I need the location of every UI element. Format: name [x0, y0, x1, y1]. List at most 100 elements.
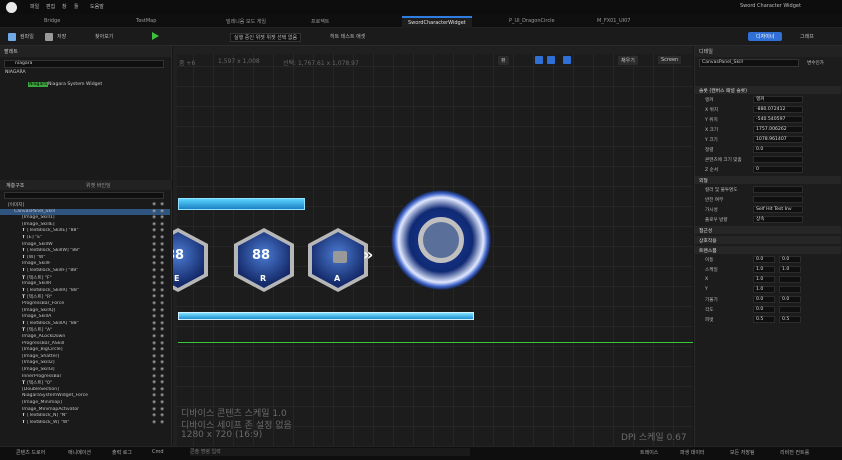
tree-row[interactable]: Image_SkillR ◉ ◉	[0, 281, 170, 288]
property-value[interactable]	[753, 156, 803, 163]
transform-value-a[interactable]: 0.0	[753, 306, 775, 313]
tree-row[interactable]: [Image_SkillQ] ◉ ◉	[0, 308, 170, 315]
visibility-icon[interactable]: ◉	[152, 354, 156, 359]
derived-data-button[interactable]: 파생 데이터	[680, 449, 705, 456]
visibility-icon[interactable]: ◉	[152, 360, 156, 365]
lock-visibility-icon[interactable]: ◉	[160, 275, 164, 280]
tree-row[interactable]: Image_SkillF ◉ ◉	[0, 261, 170, 268]
lock-visibility-icon[interactable]: ◉	[160, 367, 164, 372]
tab-sword-character-widget[interactable]: SwordCharacterWidget	[402, 16, 472, 28]
visibility-icon[interactable]: ◉	[152, 275, 156, 280]
console-input[interactable]: 콘솔 명령 입력	[190, 448, 470, 456]
tab-testmap[interactable]: TestMap	[130, 16, 162, 28]
lock-visibility-icon[interactable]: ◉	[160, 400, 164, 405]
section-header[interactable]: 트랜스폼	[695, 246, 841, 254]
property-value[interactable]	[753, 196, 803, 203]
lock-visibility-icon[interactable]: ◉	[160, 215, 164, 220]
lock-visibility-icon[interactable]: ◉	[160, 235, 164, 240]
visibility-icon[interactable]: ◉	[152, 294, 156, 299]
lock-visibility-icon[interactable]: ◉	[160, 281, 164, 286]
lock-visibility-icon[interactable]: ◉	[160, 314, 164, 319]
visibility-icon[interactable]: ◉	[152, 242, 156, 247]
tab-fx-material[interactable]: M_FX01_UI07	[591, 16, 636, 28]
tree-row[interactable]: T [TextBlock_N] "N" ◉ ◉	[0, 413, 170, 420]
property-value[interactable]: 1757.006262	[753, 126, 803, 133]
visibility-icon[interactable]: ◉	[152, 228, 156, 233]
tree-row[interactable]: T [TextBlock_SkillF] "88" ◉ ◉	[0, 268, 170, 275]
visibility-icon[interactable]: ◉	[152, 407, 156, 412]
menu-edit[interactable]: 편집	[46, 3, 55, 10]
transform-value-a[interactable]: 1.0	[753, 276, 775, 283]
output-log-button[interactable]: 출력 로그	[112, 449, 132, 456]
visibility-icon[interactable]: ◉	[152, 268, 156, 273]
tree-row[interactable]: T [텍스트] "F" ◉ ◉	[0, 275, 170, 282]
transform-value-b[interactable]: 0.0	[779, 296, 801, 303]
property-value[interactable]: -540.540597	[753, 116, 803, 123]
transform-value-a[interactable]: 1.0	[753, 286, 775, 293]
visibility-icon[interactable]: ◉	[152, 202, 156, 207]
tab-game-mode[interactable]: 밀레니움 모드 게임	[220, 16, 272, 28]
visibility-icon[interactable]: ◉	[152, 341, 156, 346]
revision-control-button[interactable]: 리비전 컨트롤	[780, 449, 809, 456]
tree-row[interactable]: CanvasPanel_Skill ◉ ◉	[0, 208, 170, 216]
compile-button[interactable]: 컴파일	[20, 33, 34, 40]
hit-test-button[interactable]: 히트 테스트 애셋	[330, 33, 365, 40]
graph-button[interactable]: 그래프	[800, 33, 814, 40]
tree-row[interactable]: T [텍스트] "A" ◉ ◉	[0, 327, 170, 334]
lock-visibility-icon[interactable]: ◉	[160, 334, 164, 339]
lock-visibility-icon[interactable]: ◉	[160, 347, 164, 352]
tree-row[interactable]: InnerProgressBar ◉ ◉	[0, 374, 170, 381]
save-button[interactable]: 저장	[57, 33, 66, 40]
visibility-icon[interactable]: ◉	[152, 347, 156, 352]
tree-row[interactable]: T [E] "E" ◉ ◉	[0, 235, 170, 242]
content-drawer-button[interactable]: 콘텐츠 드로어	[16, 449, 45, 456]
lock-visibility-icon[interactable]: ◉	[160, 268, 164, 273]
hierarchy-search-input[interactable]	[4, 192, 164, 199]
visibility-icon[interactable]: ◉	[152, 222, 156, 227]
section-header[interactable]: 접근성	[695, 226, 841, 234]
browse-button[interactable]: 찾아보기	[95, 33, 113, 40]
tree-row[interactable]: Image_MinimapActivator ◉ ◉	[0, 407, 170, 414]
transform-value-b[interactable]	[779, 306, 801, 313]
lock-visibility-icon[interactable]: ◉	[160, 354, 164, 359]
property-value[interactable]: Self Hit Test Inv	[753, 206, 803, 213]
trace-button[interactable]: 트레이스	[640, 449, 658, 456]
section-header[interactable]: 슬롯 (캔버스 패널 슬롯)	[695, 86, 841, 94]
tab-hierarchy[interactable]: 계층구조	[6, 182, 24, 189]
lock-visibility-icon[interactable]: ◉	[160, 393, 164, 398]
is-variable-checkbox[interactable]: 변수인가	[807, 60, 824, 66]
tree-row[interactable]: T [TextBlock_SkillA] "88" ◉ ◉	[0, 321, 170, 328]
lock-visibility-icon[interactable]: ◉	[160, 228, 164, 233]
transform-value-b[interactable]: 1.0	[779, 266, 801, 273]
tree-row[interactable]: [Image_Skill3] ◉ ◉	[0, 367, 170, 374]
property-value[interactable]: 앵커	[753, 96, 803, 103]
tab-project[interactable]: 프로젝트	[305, 16, 335, 28]
visibility-icon[interactable]: ◉	[152, 281, 156, 286]
transform-value-b[interactable]	[779, 286, 801, 293]
property-value[interactable]: 상속	[753, 216, 803, 223]
visibility-icon[interactable]: ◉	[152, 301, 156, 306]
lock-visibility-icon[interactable]: ◉	[160, 222, 164, 227]
visibility-icon[interactable]: ◉	[152, 215, 156, 220]
tree-row[interactable]: [Image_Skill1] ◉ ◉	[0, 215, 170, 222]
property-value[interactable]: -880.072412	[753, 106, 803, 113]
tree-row[interactable]: [DoubleSection] ◉ ◉	[0, 387, 170, 394]
grid-snap-icon[interactable]	[547, 56, 555, 64]
lock-icon[interactable]	[535, 56, 543, 64]
lock-visibility-icon[interactable]: ◉	[160, 327, 164, 332]
debug-filter-dropdown[interactable]: 실행 중인 위젯 위젯 선택 없음	[230, 33, 302, 42]
lock-visibility-icon[interactable]: ◉	[160, 360, 164, 365]
transform-value-a[interactable]: 1.0	[753, 266, 775, 273]
save-icon[interactable]	[45, 33, 53, 41]
visibility-icon[interactable]: ◉	[152, 314, 156, 319]
visibility-icon[interactable]: ◉	[152, 380, 156, 385]
visibility-icon[interactable]: ◉	[152, 235, 156, 240]
tree-row[interactable]: T [W] "W" ◉ ◉	[0, 255, 170, 262]
lock-visibility-icon[interactable]: ◉	[160, 374, 164, 379]
visibility-icon[interactable]: ◉	[152, 400, 156, 405]
tree-row[interactable]: [Image_Shatter] ◉ ◉	[0, 354, 170, 361]
section-header[interactable]: 외형	[695, 176, 841, 184]
designer-button[interactable]: 디자이너	[748, 32, 783, 41]
visibility-icon[interactable]: ◉	[152, 308, 156, 313]
tree-row[interactable]: T [TextBlock_SkillE] "88" ◉ ◉	[0, 228, 170, 235]
